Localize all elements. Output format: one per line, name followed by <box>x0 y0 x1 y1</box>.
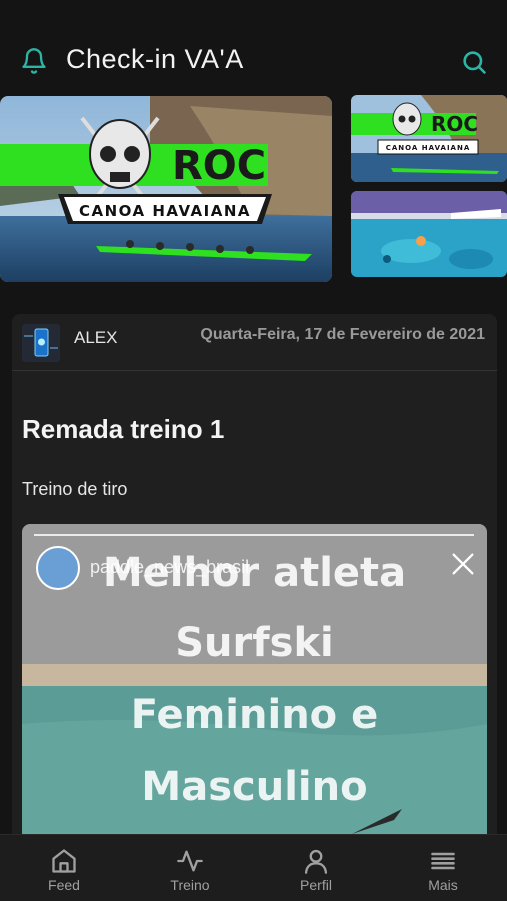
tab-treino[interactable]: Treino <box>127 835 253 901</box>
banner-brand: ROC <box>172 143 266 189</box>
user-icon <box>304 849 328 874</box>
tab-perfil[interactable]: Perfil <box>253 835 379 901</box>
tab-mais[interactable]: Mais <box>380 835 506 901</box>
app-title: Check-in VA'A <box>66 44 244 74</box>
bell-icon[interactable] <box>20 46 48 76</box>
post-title: Remada treino 1 <box>22 414 225 444</box>
thumb-brand: ROC <box>431 112 478 136</box>
app-header: Check-in VA'A <box>0 0 507 96</box>
avatar[interactable] <box>22 324 60 362</box>
story-progress <box>34 534 474 536</box>
search-icon[interactable] <box>460 48 488 76</box>
banner-main[interactable]: ROC CANOA HAVAIANA <box>0 96 332 282</box>
post-date: Quarta-Feira, 17 de Fevereiro de 2021 <box>200 326 485 343</box>
banner-thumb-underwater[interactable] <box>351 191 507 277</box>
post-subtitle: Treino de tiro <box>22 479 128 499</box>
tab-treino-label: Treino <box>170 877 210 893</box>
post-author[interactable]: ALEX <box>74 328 117 348</box>
activity-icon <box>177 850 203 872</box>
story-line-4: Masculino <box>141 764 368 810</box>
story-line-3: Feminino e <box>130 692 379 738</box>
banner-subtitle: CANOA HAVAIANA <box>79 202 251 220</box>
tab-feed-label: Feed <box>48 877 80 893</box>
post-media[interactable]: paddle_news_brasil Melhor atleta Surfski… <box>22 524 487 854</box>
thumb-subtitle: CANOA HAVAIANA <box>386 144 471 152</box>
tab-perfil-label: Perfil <box>300 877 332 893</box>
menu-icon <box>431 852 455 870</box>
bottom-tab-bar: Feed Treino Perfil Mais <box>0 834 507 901</box>
banner-thumb-roc[interactable]: ROC CANOA HAVAIANA <box>351 95 507 182</box>
tab-mais-label: Mais <box>428 877 458 893</box>
post-card[interactable]: ALEX Quarta-Feira, 17 de Fevereiro de 20… <box>12 314 497 854</box>
post-header: ALEX Quarta-Feira, 17 de Fevereiro de 20… <box>12 314 497 371</box>
story-line-2: Surfski <box>175 620 334 666</box>
home-icon <box>52 849 76 873</box>
story-line-1: Melhor atleta <box>102 550 407 596</box>
tab-feed[interactable]: Feed <box>1 835 127 901</box>
